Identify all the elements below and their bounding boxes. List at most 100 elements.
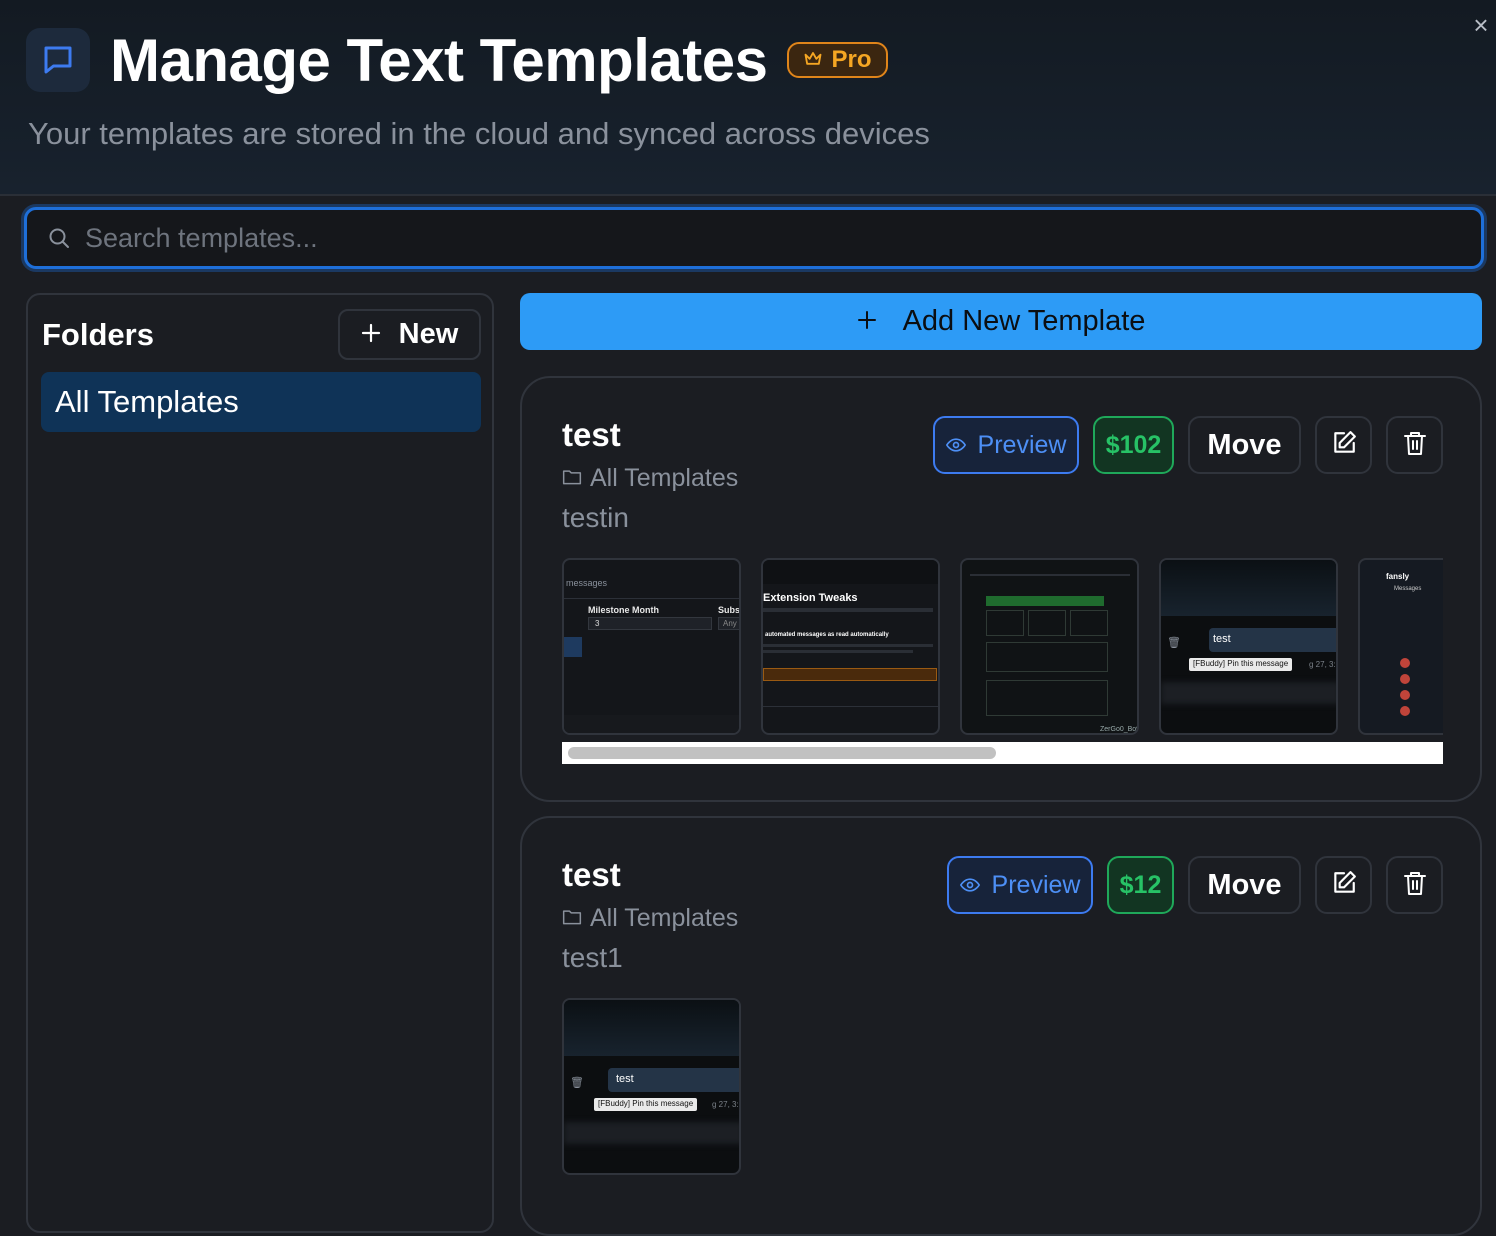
template-actions: Preview $102 Move [933, 416, 1443, 474]
eye-icon [959, 871, 980, 900]
folder-icon [562, 464, 582, 493]
thumbnail-image[interactable]: fansly Messages [1358, 558, 1443, 735]
plus-icon [857, 305, 877, 338]
plus-icon [361, 318, 381, 351]
thumb-block [763, 560, 938, 584]
thumb-date: g 27, 3: [712, 1100, 739, 1109]
thumb-line [763, 608, 933, 612]
move-button[interactable]: Move [1188, 416, 1301, 474]
template-name: test [562, 416, 621, 453]
template-card: test All Templates testin Preview $102 M… [520, 376, 1482, 802]
thumb-block [1028, 610, 1066, 636]
thumb-heading: Extension Tweaks [763, 592, 858, 604]
add-new-template-button[interactable]: Add New Template [520, 293, 1482, 350]
thumb-warning [763, 668, 937, 681]
edit-button[interactable] [1315, 416, 1372, 474]
preview-button[interactable]: Preview [933, 416, 1079, 474]
template-folder: All Templates [562, 464, 738, 493]
new-folder-label: New [398, 318, 459, 350]
avatar [1400, 690, 1410, 700]
thumb-field-label: Milestone Month [588, 605, 659, 615]
preview-label: Preview [991, 870, 1081, 899]
edit-icon [1331, 430, 1357, 461]
delete-button[interactable] [1386, 856, 1443, 914]
folders-sidebar: Folders New All Templates [26, 293, 494, 1233]
template-name: test [562, 856, 621, 893]
thumbnail-image[interactable]: Extension Tweaks automated messages as r… [761, 558, 940, 735]
template-folder: All Templates [562, 904, 738, 933]
thumbnail-image[interactable]: ZerGo0_Bot [960, 558, 1139, 735]
price-badge[interactable]: $12 [1107, 856, 1174, 914]
thumb-blur [564, 1122, 739, 1144]
template-description: test1 [562, 942, 623, 973]
thumb-caption: messages [566, 578, 608, 588]
thumb-block [986, 596, 1104, 606]
trash-icon [1403, 870, 1427, 901]
price-badge[interactable]: $102 [1093, 416, 1174, 474]
folder-item-label: All Templates [55, 384, 239, 419]
image-strip: messages Milestone Month 3 Subsc Any Ext… [562, 558, 1443, 735]
thumb-block [564, 715, 739, 733]
divider [763, 706, 938, 707]
search-icon [47, 226, 71, 255]
thumb-block [564, 1000, 739, 1056]
template-description: testin [562, 502, 629, 533]
crown-icon [803, 46, 823, 74]
move-button[interactable]: Move [1188, 856, 1301, 914]
trash-icon [1403, 430, 1427, 461]
new-folder-button[interactable]: New [338, 309, 481, 360]
thumbnail-image[interactable]: messages Milestone Month 3 Subsc Any [562, 558, 741, 735]
delete-button[interactable] [1386, 416, 1443, 474]
add-new-template-label: Add New Template [902, 305, 1146, 337]
avatar [1400, 658, 1410, 668]
thumb-line [763, 650, 913, 653]
search-bar [24, 207, 1484, 269]
chat-bubble-icon [26, 28, 90, 92]
dialog-header: Manage Text Templates Pro Your templates… [0, 0, 1496, 196]
divider [564, 598, 739, 599]
thumb-block [1161, 560, 1336, 616]
thumb-line [970, 574, 1130, 576]
pro-badge: Pro [787, 42, 888, 78]
image-strip: 🗑 test [FBuddy] Pin this message g 27, 3… [562, 998, 1443, 1175]
thumb-block [986, 642, 1108, 672]
thumb-field-value: 3 [588, 617, 712, 630]
close-icon[interactable]: × [1470, 12, 1492, 38]
template-folder-label: All Templates [590, 904, 739, 932]
thumbnail-image[interactable]: 🗑 test [FBuddy] Pin this message g 27, 3… [562, 998, 741, 1175]
thumb-bubble: test [1209, 628, 1336, 652]
page-subtitle: Your templates are stored in the cloud a… [28, 116, 930, 151]
avatar [1400, 674, 1410, 684]
thumb-caption: Messages [1394, 586, 1422, 592]
sidebar-item-all-templates[interactable]: All Templates [41, 372, 481, 432]
template-actions: Preview $12 Move [947, 856, 1443, 914]
thumb-tooltip: [FBuddy] Pin this message [1189, 658, 1293, 671]
thumb-block [986, 680, 1108, 716]
thumb-field-label: Subsc [718, 605, 741, 615]
template-card: test All Templates test1 Preview $12 Mov… [520, 816, 1482, 1236]
trash-icon: 🗑 [570, 1077, 584, 1089]
preview-label: Preview [977, 430, 1067, 459]
search-input[interactable] [85, 218, 1465, 258]
folders-heading: Folders [42, 317, 154, 352]
preview-button[interactable]: Preview [947, 856, 1093, 914]
horizontal-scrollbar[interactable] [562, 742, 1443, 764]
template-folder-label: All Templates [590, 464, 739, 492]
scrollbar-thumb[interactable] [568, 747, 996, 759]
edit-button[interactable] [1315, 856, 1372, 914]
thumb-block [986, 610, 1024, 636]
thumb-line [763, 644, 933, 647]
thumb-bubble: test [608, 1068, 739, 1092]
pro-badge-label: Pro [831, 46, 872, 73]
page-title: Manage Text Templates [110, 27, 768, 94]
eye-icon [945, 431, 966, 460]
thumbnail-image[interactable]: 🗑 test [FBuddy] Pin this message g 27, 3… [1159, 558, 1338, 735]
thumb-caption: ZerGo0_Bot [1100, 726, 1139, 733]
thumb-date: g 27, 3: [1309, 660, 1336, 669]
thumb-blur [1161, 682, 1336, 704]
trash-icon: 🗑 [1167, 637, 1181, 649]
folder-icon [562, 904, 582, 933]
thumb-tooltip: [FBuddy] Pin this message [594, 1098, 698, 1111]
thumb-block [564, 637, 582, 657]
thumb-field-value: Any [718, 617, 739, 630]
